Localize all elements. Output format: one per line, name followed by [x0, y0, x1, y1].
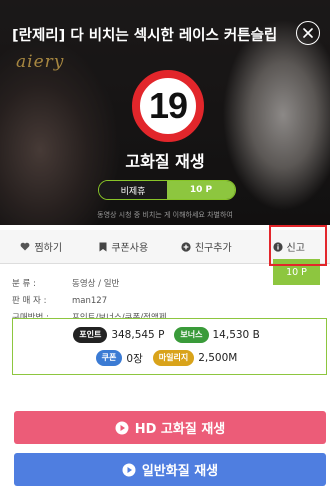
buy-button[interactable]: 10 P [273, 259, 320, 285]
close-button[interactable] [296, 21, 320, 45]
info-key: 판 매 자 : [12, 296, 47, 306]
quality-label: 고화질 재생 [125, 152, 205, 171]
add-friend-label: 친구추가 [194, 243, 232, 254]
site-logo: aiery [16, 52, 65, 72]
video-title: [란제리] 다 비치는 섹시한 레이스 커튼슬립 [12, 28, 277, 44]
wishlist-button[interactable]: 찜하기 [0, 230, 83, 263]
hd-play-button[interactable]: HD 고화질 재생 [14, 411, 326, 444]
balance-box: 포인트 348,545 P 보너스 14,530 B 쿠폰 0장 마일리지 2,… [12, 318, 327, 375]
add-friend-button[interactable]: 친구추가 [165, 230, 248, 263]
bonus-value: 14,530 B [212, 329, 260, 341]
normal-play-label: 일반화질 재생 [141, 464, 219, 479]
video-popup: aiery [란제리] 다 비치는 섹시한 레이스 커튼슬립 19 고화질 재생… [0, 0, 330, 494]
info-row-seller: 판 매 자 : man127 [12, 293, 262, 310]
coupon-label: 쿠폰사용 [111, 243, 149, 254]
balance-line-1: 포인트 348,545 P 보너스 14,530 B [13, 327, 326, 343]
heart-icon [21, 242, 30, 251]
info-value: 동영상 / 일반 [72, 279, 120, 289]
play-circle-icon [115, 421, 129, 434]
point-tag: 포인트 [73, 327, 108, 343]
coupon-button[interactable]: 쿠폰사용 [83, 230, 166, 263]
point-value: 348,545 P [111, 329, 165, 341]
age-rating-number: 19 [148, 85, 188, 126]
report-label: 신고 [286, 243, 305, 254]
mileage-tag: 마일리지 [152, 350, 195, 366]
play-circle-icon [122, 463, 136, 476]
info-key: 분 류 : [12, 279, 36, 289]
bookmark-icon [99, 242, 107, 251]
bonus-tag: 보너스 [174, 327, 209, 343]
mileage-value: 2,500M [198, 352, 238, 364]
info-row-category: 분 류 : 동영상 / 일반 [12, 276, 262, 293]
close-icon [303, 28, 313, 38]
wishlist-label: 찜하기 [34, 243, 63, 254]
normal-play-button[interactable]: 일반화질 재생 [14, 453, 326, 486]
price-pill: 비제휴 10 P [98, 180, 236, 200]
age-rating-badge: 19 [132, 70, 204, 142]
plus-circle-icon [181, 241, 191, 252]
coupon-value: 0장 [126, 352, 143, 365]
info-value: man127 [72, 296, 108, 306]
balance-line-2: 쿠폰 0장 마일리지 2,500M [13, 350, 326, 366]
info-circle-icon [272, 241, 283, 252]
notice-text: 동영상 시청 중 비치는 게 이해하세요 차별하여 [97, 211, 233, 219]
price-pill-type: 비제휴 [99, 181, 167, 199]
price-pill-amount: 10 P [167, 181, 235, 199]
coupon-tag: 쿠폰 [95, 350, 123, 366]
hd-play-label: HD 고화질 재생 [134, 422, 226, 437]
